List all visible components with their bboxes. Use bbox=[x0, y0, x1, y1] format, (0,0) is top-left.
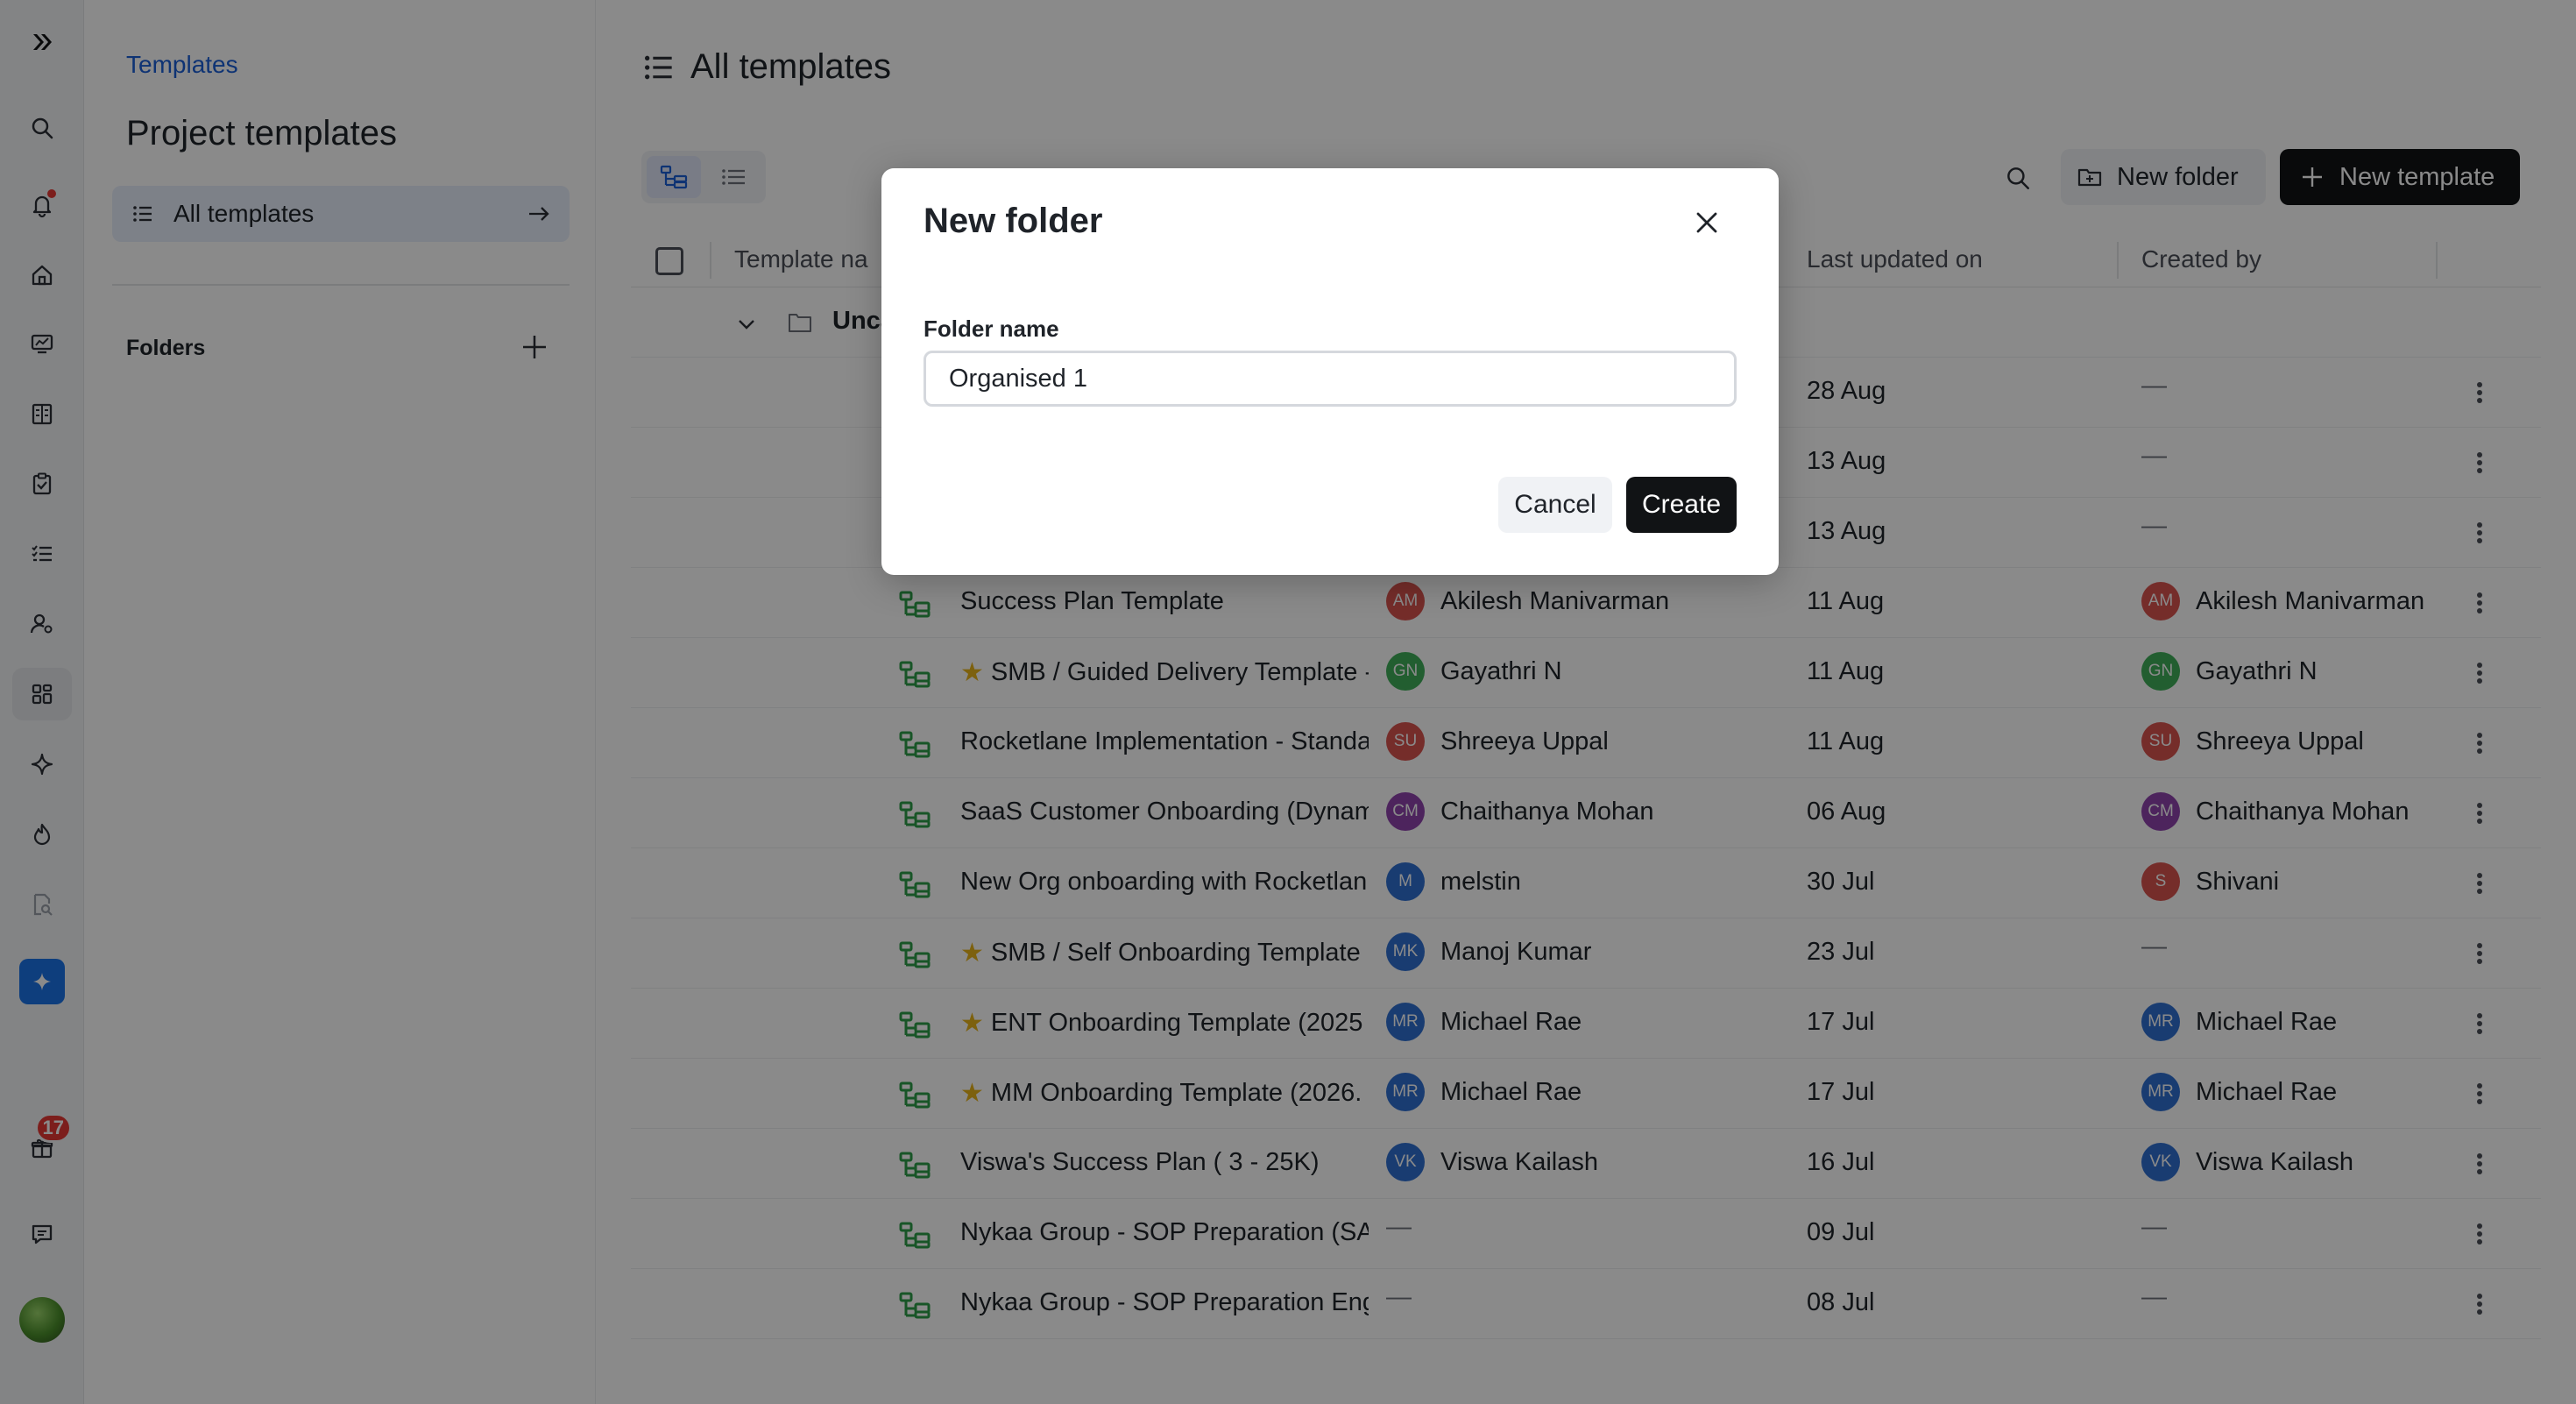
create-button[interactable]: Create bbox=[1626, 477, 1737, 533]
folder-name-input[interactable] bbox=[924, 351, 1737, 407]
new-folder-dialog: New folder Folder name Cancel Create bbox=[881, 168, 1779, 575]
folder-name-label: Folder name bbox=[924, 316, 1059, 342]
close-icon[interactable] bbox=[1688, 203, 1726, 242]
dialog-title: New folder bbox=[924, 202, 1103, 240]
cancel-button[interactable]: Cancel bbox=[1498, 477, 1612, 533]
